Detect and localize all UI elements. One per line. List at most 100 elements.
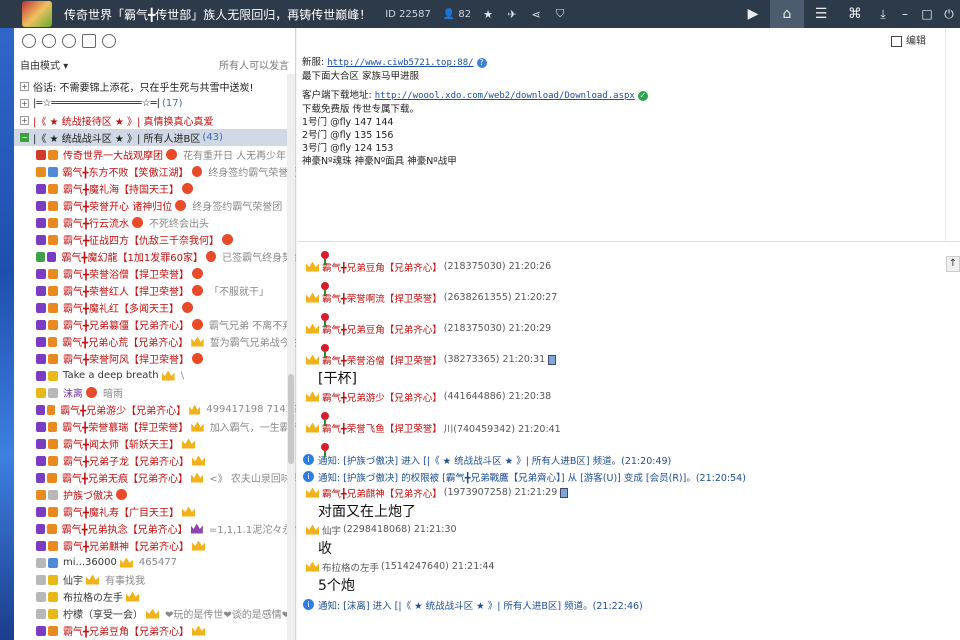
message-text: 对面又在上炮了 <box>318 504 416 520</box>
member-signature: 465477 <box>138 557 178 568</box>
member-row[interactable]: 霸气╋荣誉阿风【捍卫荣誉】 <box>14 350 296 367</box>
server-link[interactable]: http://www.ciwb5721.top:88/ <box>327 58 473 68</box>
plane-icon[interactable]: ✈ <box>505 7 519 21</box>
rank-badge-icon <box>48 625 58 636</box>
sender-name[interactable]: 霸气╋兄弟豆角【兄弟齐心】 <box>322 260 442 274</box>
member-row[interactable]: 霸气╋魔礼海【持国天王】 <box>14 180 296 197</box>
collapse-icon[interactable]: − <box>20 133 29 142</box>
member-row[interactable]: 霸气╋闻太师【斩妖天王】 <box>14 435 296 452</box>
mode-select[interactable]: 自由模式 ▾ <box>20 57 68 72</box>
member-name: 霸气╋魔幻龍【1加1发罪60家】 <box>61 253 203 264</box>
announce-row[interactable]: + 俗话: 不需要锦上添花，只在乎生死与共雪中送炭! <box>14 78 296 95</box>
member-row[interactable]: 霸气╋荣誉红人【捍卫荣誉】 「不服就干」 <box>14 282 296 299</box>
share-icon[interactable]: ⋖ <box>529 7 543 21</box>
home-icon: ⌂ <box>782 6 792 22</box>
member-row[interactable]: 霸气╋兄弟执念【兄弟齐心】 =1,1,1.1泥沱々永恒 <box>14 520 296 537</box>
download-button[interactable]: ⤓ <box>872 0 894 28</box>
member-row[interactable]: 霸气╋东方不败【笑傲江湖】 终身签约霸气荣誉团 <box>14 163 296 180</box>
sender-id-time: (38273365) 21:20:31 <box>443 354 546 365</box>
edit-button[interactable]: 编辑 <box>891 35 926 48</box>
game-button[interactable]: ⌘ <box>838 0 872 28</box>
minimize-button[interactable]: – <box>894 0 916 28</box>
help-icon[interactable]: ? <box>476 58 487 68</box>
sender-name[interactable]: 布拉格の左手 <box>322 560 379 574</box>
member-row[interactable]: 布拉格の左手 <box>14 588 296 605</box>
member-row[interactable]: 霸气╋兄弟心荒【兄弟齐心】 誓为霸气兄弟战今生 <box>14 333 296 350</box>
restore-button[interactable]: □ <box>916 0 938 28</box>
member-signature: ❤玩的是传世❤谈的是感情❤ <box>165 610 291 621</box>
member-row[interactable]: 仙宇 有事找我 <box>14 571 296 588</box>
member-row[interactable]: 护族づ傲决 <box>14 486 296 503</box>
channel-row[interactable]: + |《 ★ 统战接待区 ★ 》| 真情换真心真爱 <box>14 112 296 129</box>
member-row[interactable]: 霸气╋兄弟麒神【兄弟齐心】 <box>14 537 296 554</box>
member-row[interactable]: 霸气╋兄弟无痕【兄弟齐心】 <》 农夫山泉回味有 <box>14 469 296 486</box>
member-row[interactable]: 传奇世界一大战观摩团 花有重开日 人无再少年 <box>14 146 296 163</box>
download-link[interactable]: http://woool.xdo.com/web2/download/Downl… <box>375 91 635 101</box>
crown-icon <box>192 625 206 636</box>
member-row[interactable]: 霸气╋荣誉浴僧【捍卫荣誉】 <box>14 265 296 282</box>
member-row[interactable]: 霸气╋兄弟豆角【兄弟齐心】 <box>14 622 296 639</box>
sender-name[interactable]: 霸气╋荣誉飞鱼【捍卫荣誉】 <box>322 421 442 435</box>
member-row[interactable]: 霸气╋荣誉开心 诸神归位 终身签约霸气荣誉团 <box>14 197 296 214</box>
member-row[interactable]: 霸气╋行云流水 不死终会出头 <box>14 214 296 231</box>
star-icon[interactable]: ★ <box>481 7 495 21</box>
member-name: 霸气╋兄弟游少【兄弟齐心】 <box>60 406 187 417</box>
sender-name[interactable]: 霸气╋兄弟麒神【兄弟齐心】 <box>322 486 442 500</box>
video-button[interactable]: ▶ <box>736 0 770 28</box>
room-avatar[interactable] <box>22 1 52 27</box>
sender-name[interactable]: 霸气╋荣誉浴僧【捍卫荣誉】 <box>322 353 442 367</box>
crown-icon <box>306 422 319 433</box>
channel-row[interactable]: + |═☆═══════════════☆═| (17) <box>14 95 296 112</box>
member-row[interactable]: 柠檬（享受一会） ❤玩的是传世❤谈的是感情❤ <box>14 605 296 622</box>
notice-text: 通知: [护族づ傲决] 的权限被 [霸气╋兄弟戰鷹【兄弟齊心】] 从 [游客(U… <box>318 472 746 484</box>
list-button[interactable]: ☰ <box>804 0 838 28</box>
member-signature: 誓为霸气兄弟战今生 <box>209 338 296 349</box>
sender-name[interactable]: 霸气╋兄弟游少【兄弟齐心】 <box>322 390 442 404</box>
window-controls: ▶ ⌂ ☰ ⌘ ⤓ – □ ⏻ <box>736 0 960 28</box>
member-row[interactable]: 霸气╋征战四方【仇敌三千奈我何】 <box>14 231 296 248</box>
home-button[interactable]: ⌂ <box>770 0 804 28</box>
member-row[interactable]: 沫离 暗雨 <box>14 384 296 401</box>
rank-badge-icon <box>48 591 58 602</box>
sender-name[interactable]: 霸气╋荣誉啊流【捍卫荣誉】 <box>322 291 442 305</box>
expand-icon[interactable]: + <box>20 116 29 125</box>
crown-icon <box>192 455 206 466</box>
expand-icon[interactable]: + <box>20 82 29 91</box>
member-row[interactable]: 霸气╋魔幻龍【1加1发罪60家】 已签霸气终身契约 <box>14 248 296 265</box>
sender-name[interactable]: 霸气╋兄弟豆角【兄弟齐心】 <box>322 322 442 336</box>
member-row[interactable]: 霸气╋兄弟篡僵【兄弟齐心】 霸气兄弟 不离不弃 <box>14 316 296 333</box>
message-header: 霸气╋兄弟豆角【兄弟齐心】 (218375030) 21:20:26 <box>303 259 960 274</box>
block-icon[interactable] <box>42 34 56 48</box>
edit-list-icon[interactable] <box>82 34 96 48</box>
search-icon[interactable] <box>102 34 116 48</box>
member-row[interactable]: Take a deep breath \ <box>14 367 296 384</box>
scroll-up-button[interactable]: ↑ <box>946 256 960 272</box>
notice-scrollbar[interactable] <box>945 28 946 242</box>
shield-icon[interactable]: ⛉ <box>553 7 567 21</box>
member-row[interactable]: mi...36000 465477 <box>14 554 296 571</box>
member-row[interactable]: 霸气╋兄弟子龙【兄弟齐心】 <box>14 452 296 469</box>
channel-row[interactable]: − |《 ★ 统战战斗区 ★ 》| 所有人进B区 (43) <box>14 129 296 146</box>
rank-badge-icon <box>36 523 46 534</box>
message-text: [干杯] <box>318 371 357 387</box>
member-row[interactable]: 霸气╋魔礼红【多闻天王】 <box>14 299 296 316</box>
expand-icon[interactable]: + <box>20 99 29 108</box>
user-icon[interactable] <box>22 34 36 48</box>
location-icon[interactable] <box>62 34 76 48</box>
scroll-thumb[interactable] <box>288 374 294 464</box>
tree-scrollbar[interactable] <box>287 74 295 640</box>
rank-badge-icon <box>36 251 46 262</box>
close-button[interactable]: ⏻ <box>938 0 960 28</box>
crown-icon <box>191 166 203 177</box>
member-row[interactable]: 霸气╋兄弟游少【兄弟齐心】 499417198 7142283 <box>14 401 296 418</box>
crown-icon <box>306 524 319 535</box>
notice-line: 2号门 @fly 135 156 <box>302 130 394 141</box>
member-row[interactable]: 霸气╋荣誉慕瑞【捍卫荣誉】 加入霸气，一生霸气 <box>14 418 296 435</box>
rose-message <box>303 435 960 457</box>
member-row[interactable]: 霸气╋魔礼寿【广目天王】 <box>14 503 296 520</box>
sender-name[interactable]: 仙宇 <box>322 523 341 537</box>
member-name: 霸气╋行云流水 <box>63 219 130 230</box>
rank-badge-icon <box>36 200 46 211</box>
rank-badge-icon <box>48 268 58 279</box>
member-signature: 不死终会出头 <box>149 219 210 230</box>
